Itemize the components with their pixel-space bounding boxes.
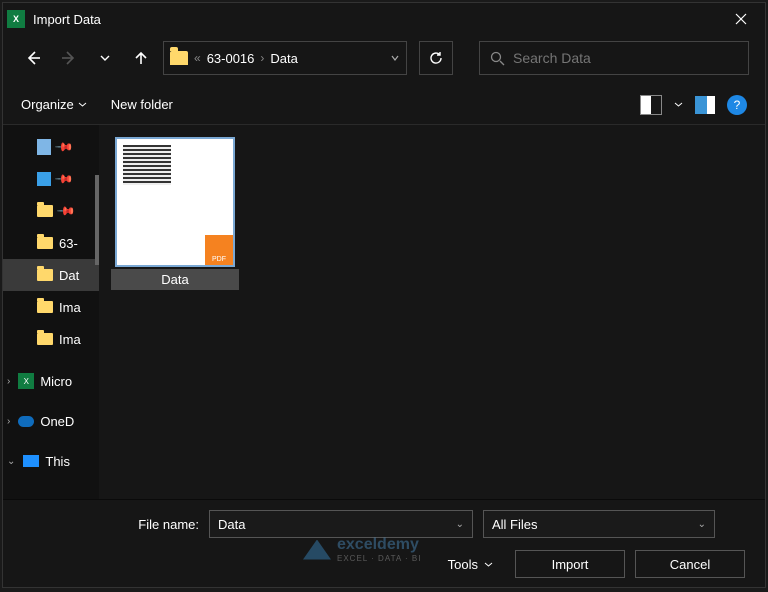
file-list[interactable]: PDF Data [99, 125, 765, 499]
folder-icon [37, 237, 53, 249]
breadcrumb[interactable]: « 63-0016 › Data [163, 41, 407, 75]
close-button[interactable] [721, 3, 761, 35]
chevron-down-icon: ⌄ [456, 519, 464, 530]
chevron-right-icon: › [7, 376, 10, 387]
sidebar-item-63[interactable]: 63- [3, 227, 99, 259]
sidebar-item-documents[interactable]: 📌 [3, 131, 99, 163]
breadcrumb-prefix: « [194, 51, 201, 65]
titlebar: X Import Data [3, 3, 765, 35]
back-button[interactable] [19, 44, 47, 72]
chevron-down-icon[interactable] [390, 53, 400, 63]
document-icon [37, 139, 51, 155]
view-mode-button[interactable] [640, 95, 662, 115]
pin-icon: 📌 [54, 169, 74, 189]
sidebar-item-folder[interactable]: 📌 [3, 195, 99, 227]
chevron-right-icon: › [7, 416, 10, 427]
search-box[interactable] [479, 41, 749, 75]
sidebar-item-onedrive[interactable]: ›OneD [3, 405, 99, 437]
pdf-badge-icon: PDF [205, 235, 233, 265]
pin-icon: 📌 [56, 201, 76, 221]
folder-icon [37, 333, 53, 345]
recent-dropdown[interactable] [91, 44, 119, 72]
folder-icon [170, 51, 188, 65]
search-input[interactable] [513, 50, 738, 66]
search-icon [490, 51, 505, 66]
organize-menu[interactable]: Organize [21, 97, 87, 112]
sidebar-item-pictures[interactable]: 📌 [3, 163, 99, 195]
excel-icon: X [18, 373, 34, 389]
chevron-right-icon: › [260, 51, 264, 65]
sidebar-item-ima1[interactable]: Ima [3, 291, 99, 323]
footer: File name: Data ⌄ All Files ⌄ Tools Impo… [3, 499, 765, 587]
file-label: Data [111, 269, 239, 290]
breadcrumb-part[interactable]: Data [270, 51, 297, 66]
new-folder-button[interactable]: New folder [111, 97, 173, 112]
refresh-button[interactable] [419, 41, 453, 75]
help-button[interactable]: ? [727, 95, 747, 115]
file-thumbnail: PDF [115, 137, 235, 267]
folder-icon [37, 301, 53, 313]
window-title: Import Data [33, 12, 721, 27]
chevron-down-icon[interactable] [674, 100, 683, 109]
filename-label: File name: [123, 517, 199, 532]
forward-button[interactable] [55, 44, 83, 72]
body: 📌 📌 📌 63- Dat Ima Ima ›XMicro ›OneD ⌄Thi… [3, 125, 765, 499]
sidebar-item-microsoft[interactable]: ›XMicro [3, 365, 99, 397]
monitor-icon [23, 455, 39, 467]
sidebar-item-data[interactable]: Dat [3, 259, 99, 291]
exceldemy-logo-icon [303, 540, 331, 560]
excel-icon: X [7, 10, 25, 28]
pin-icon: 📌 [54, 137, 74, 157]
sidebar-item-ima2[interactable]: Ima [3, 323, 99, 355]
filename-select[interactable]: Data ⌄ [209, 510, 473, 538]
chevron-down-icon: ⌄ [698, 519, 706, 530]
sidebar: 📌 📌 📌 63- Dat Ima Ima ›XMicro ›OneD ⌄Thi… [3, 125, 99, 499]
up-button[interactable] [127, 44, 155, 72]
sidebar-item-this-pc[interactable]: ⌄This [3, 445, 99, 477]
navbar: « 63-0016 › Data [3, 35, 765, 81]
picture-icon [37, 172, 51, 186]
import-button[interactable]: Import [515, 550, 625, 578]
folder-icon [37, 205, 53, 217]
folder-icon [37, 269, 53, 281]
preview-pane-button[interactable] [695, 96, 715, 114]
tools-menu[interactable]: Tools [448, 557, 493, 572]
filetype-filter[interactable]: All Files ⌄ [483, 510, 715, 538]
cloud-icon [18, 416, 34, 427]
chevron-down-icon: ⌄ [7, 456, 15, 467]
watermark: exceldemy EXCEL · DATA · BI [303, 536, 421, 563]
toolbar: Organize New folder ? [3, 85, 765, 125]
cancel-button[interactable]: Cancel [635, 550, 745, 578]
breadcrumb-part[interactable]: 63-0016 [207, 51, 255, 66]
file-item-data[interactable]: PDF Data [111, 137, 239, 290]
import-dialog: X Import Data « 63-0016 › Data [2, 2, 766, 588]
